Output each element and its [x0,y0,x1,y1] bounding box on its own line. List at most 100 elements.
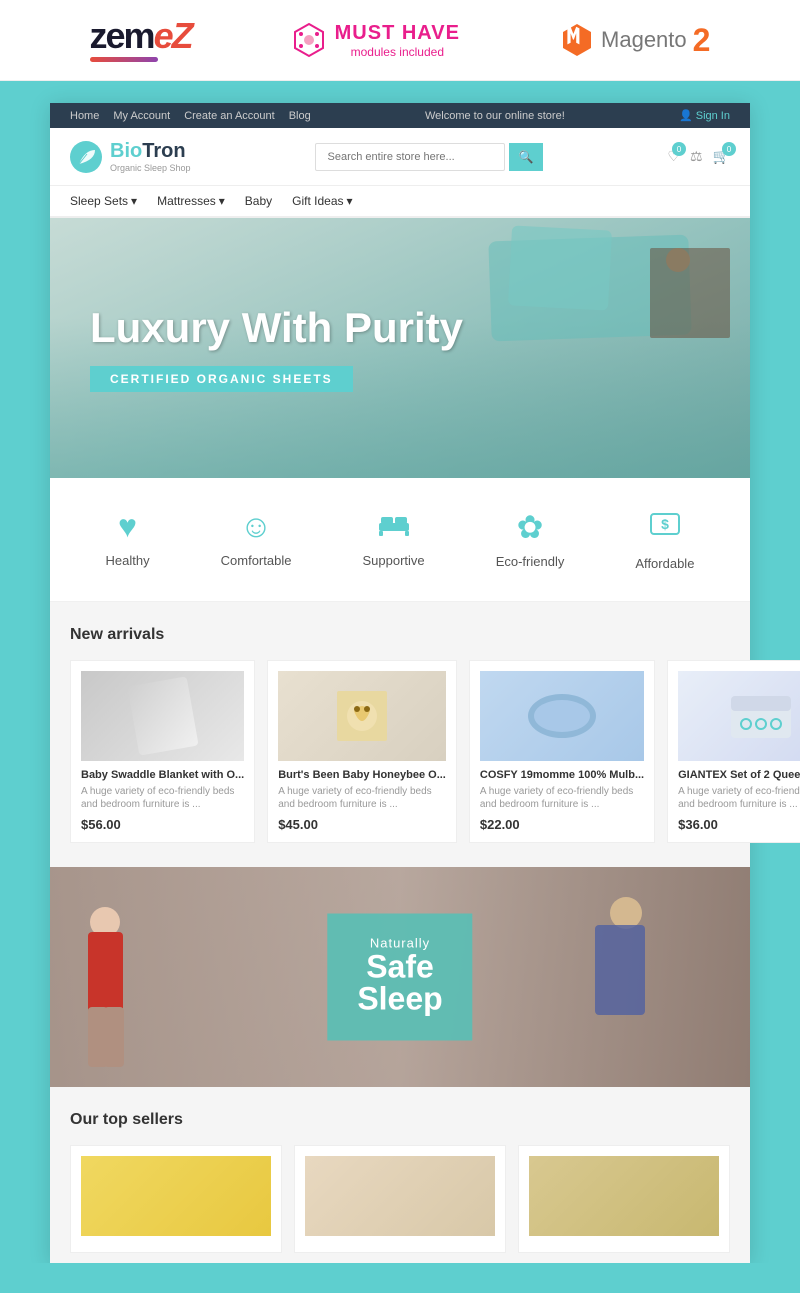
feature-comfortable-label: Comfortable [221,553,292,568]
zemes-part2: eZ [154,15,192,56]
zemes-logo: zemeZ [90,18,192,62]
feature-supportive-label: Supportive [363,553,425,568]
duvet-image [726,686,796,746]
safe-sleep-banner: Naturally Safe Sleep [50,867,750,1087]
feature-eco-friendly: ✿ Eco-friendly [496,508,565,571]
store-topnav: Home My Account Create an Account Blog W… [50,103,750,128]
heart-icon: ♥ [118,508,137,545]
dropdown-chevron: ▾ [219,194,225,208]
store-mainnav: Sleep Sets ▾ Mattresses ▾ Baby Gift Idea… [50,186,750,218]
header-icons: ♡ 0 ⚖ 🛒 0 [667,148,730,165]
nav-mattresses[interactable]: Mattresses ▾ [157,194,225,208]
logo-bio: Bio [110,140,142,162]
safe-sleep-card: Naturally Safe Sleep [327,914,472,1041]
magento-icon [559,22,595,58]
search-input[interactable] [315,143,505,171]
hero-title: Luxury With Purity [90,304,463,352]
product-card: Baby Swaddle Blanket with O... A huge va… [70,660,255,843]
product-name: GIANTEX Set of 2 Queen Bam... [678,769,800,781]
product-card: Burt's Been Baby Honeybee O... A huge va… [267,660,457,843]
store-header: BioTron Organic Sleep Shop 🔍 ♡ 0 ⚖ 🛒 0 [50,128,750,186]
dollar-icon: $ [649,508,681,548]
top-seller-card [518,1145,730,1253]
feature-healthy: ♥ Healthy [106,508,150,571]
feature-eco-label: Eco-friendly [496,554,565,569]
product-desc: A huge variety of eco-friendly beds and … [81,785,244,811]
mainnav-items: Sleep Sets ▾ Mattresses ▾ Baby Gift Idea… [70,194,353,208]
product-card: COSFY 19momme 100% Mulb... A huge variet… [469,660,655,843]
musthave-title: MUST HAVE [335,22,460,45]
features-row: ♥ Healthy ☺ Comfortable Supportive ✿ Eco… [50,478,750,602]
honeybee-image [332,681,392,751]
magento-text: Magento [601,27,687,53]
products-grid: Baby Swaddle Blanket with O... A huge va… [70,660,730,843]
top-seller-image [81,1156,271,1236]
flower-icon: ✿ [517,508,544,546]
affordable-icon: $ [649,508,681,540]
product-card: GIANTEX Set of 2 Queen Bam... A huge var… [667,660,800,843]
top-sellers-section: Our top sellers [50,1087,750,1263]
product-price: $45.00 [278,817,446,832]
nav-sleep-sets[interactable]: Sleep Sets ▾ [70,194,137,208]
product-desc: A huge variety of eco-friendly beds and … [480,785,644,811]
new-arrivals-title: New arrivals [70,626,730,644]
product-price: $22.00 [480,817,644,832]
safe-sleep-safe: Safe [357,951,442,983]
smile-icon: ☺ [240,508,273,545]
top-sellers-products [70,1145,730,1253]
user-icon: 👤 [679,110,693,122]
feature-comfortable: ☺ Comfortable [221,508,292,571]
wishlist-icon[interactable]: ♡ 0 [667,148,680,165]
logo-icon [70,141,102,173]
hero-content: Luxury With Purity CERTIFIED ORGANIC SHE… [50,274,503,422]
product-image [81,671,244,761]
blanket-image [128,681,198,751]
musthave-subtitle: modules included [335,45,460,59]
nav-blog[interactable]: Blog [289,110,311,122]
feature-affordable-label: Affordable [635,556,694,571]
nav-gift-ideas[interactable]: Gift Ideas ▾ [292,194,352,208]
bio-leaf-icon [75,146,97,168]
nav-create-account[interactable]: Create an Account [184,110,275,122]
person-right [570,897,690,1077]
musthave-icon [291,22,327,58]
store-logo: BioTron Organic Sleep Shop [70,140,191,173]
svg-text:$: $ [661,516,669,532]
cart-icon[interactable]: 🛒 0 [713,148,730,165]
topnav-links: Home My Account Create an Account Blog [70,110,311,122]
search-area: 🔍 [315,143,544,171]
feature-affordable: $ Affordable [635,508,694,571]
feature-healthy-label: Healthy [106,553,150,568]
nav-home[interactable]: Home [70,110,99,122]
search-button[interactable]: 🔍 [509,143,544,171]
top-seller-card [294,1145,506,1253]
product-name: COSFY 19momme 100% Mulb... [480,769,644,781]
product-desc: A huge variety of eco-friendly beds and … [278,785,446,811]
person-left [80,907,180,1067]
musthave-logo: MUST HAVE modules included [291,22,460,59]
magento-logo: Magento 2 [559,22,710,59]
top-seller-card [70,1145,282,1253]
logo-tagline: Organic Sleep Shop [110,163,191,173]
compare-icon[interactable]: ⚖ [690,148,703,165]
hero-banner: Luxury With Purity CERTIFIED ORGANIC SHE… [50,218,750,478]
pillow-image [525,689,600,744]
bed-support-icon [377,509,411,537]
zemes-part1: zem [90,15,154,56]
signin-link[interactable]: 👤 Sign In [679,109,730,122]
logo-tron: Tron [142,140,185,162]
bottom-spacer [0,1263,800,1293]
store-wrapper: Home My Account Create an Account Blog W… [50,103,750,1263]
product-name: Burt's Been Baby Honeybee O... [278,769,446,781]
product-image [278,671,446,761]
product-name: Baby Swaddle Blanket with O... [81,769,244,781]
top-seller-image [305,1156,495,1236]
branding-bar: zemeZ MUST HAVE modules included [0,0,800,81]
hero-badge: CERTIFIED ORGANIC SHEETS [90,366,353,392]
nav-account[interactable]: My Account [113,110,170,122]
product-image [678,671,800,761]
nav-baby[interactable]: Baby [245,194,272,208]
top-seller-image [529,1156,719,1236]
product-price: $56.00 [81,817,244,832]
dropdown-chevron: ▾ [347,194,353,208]
